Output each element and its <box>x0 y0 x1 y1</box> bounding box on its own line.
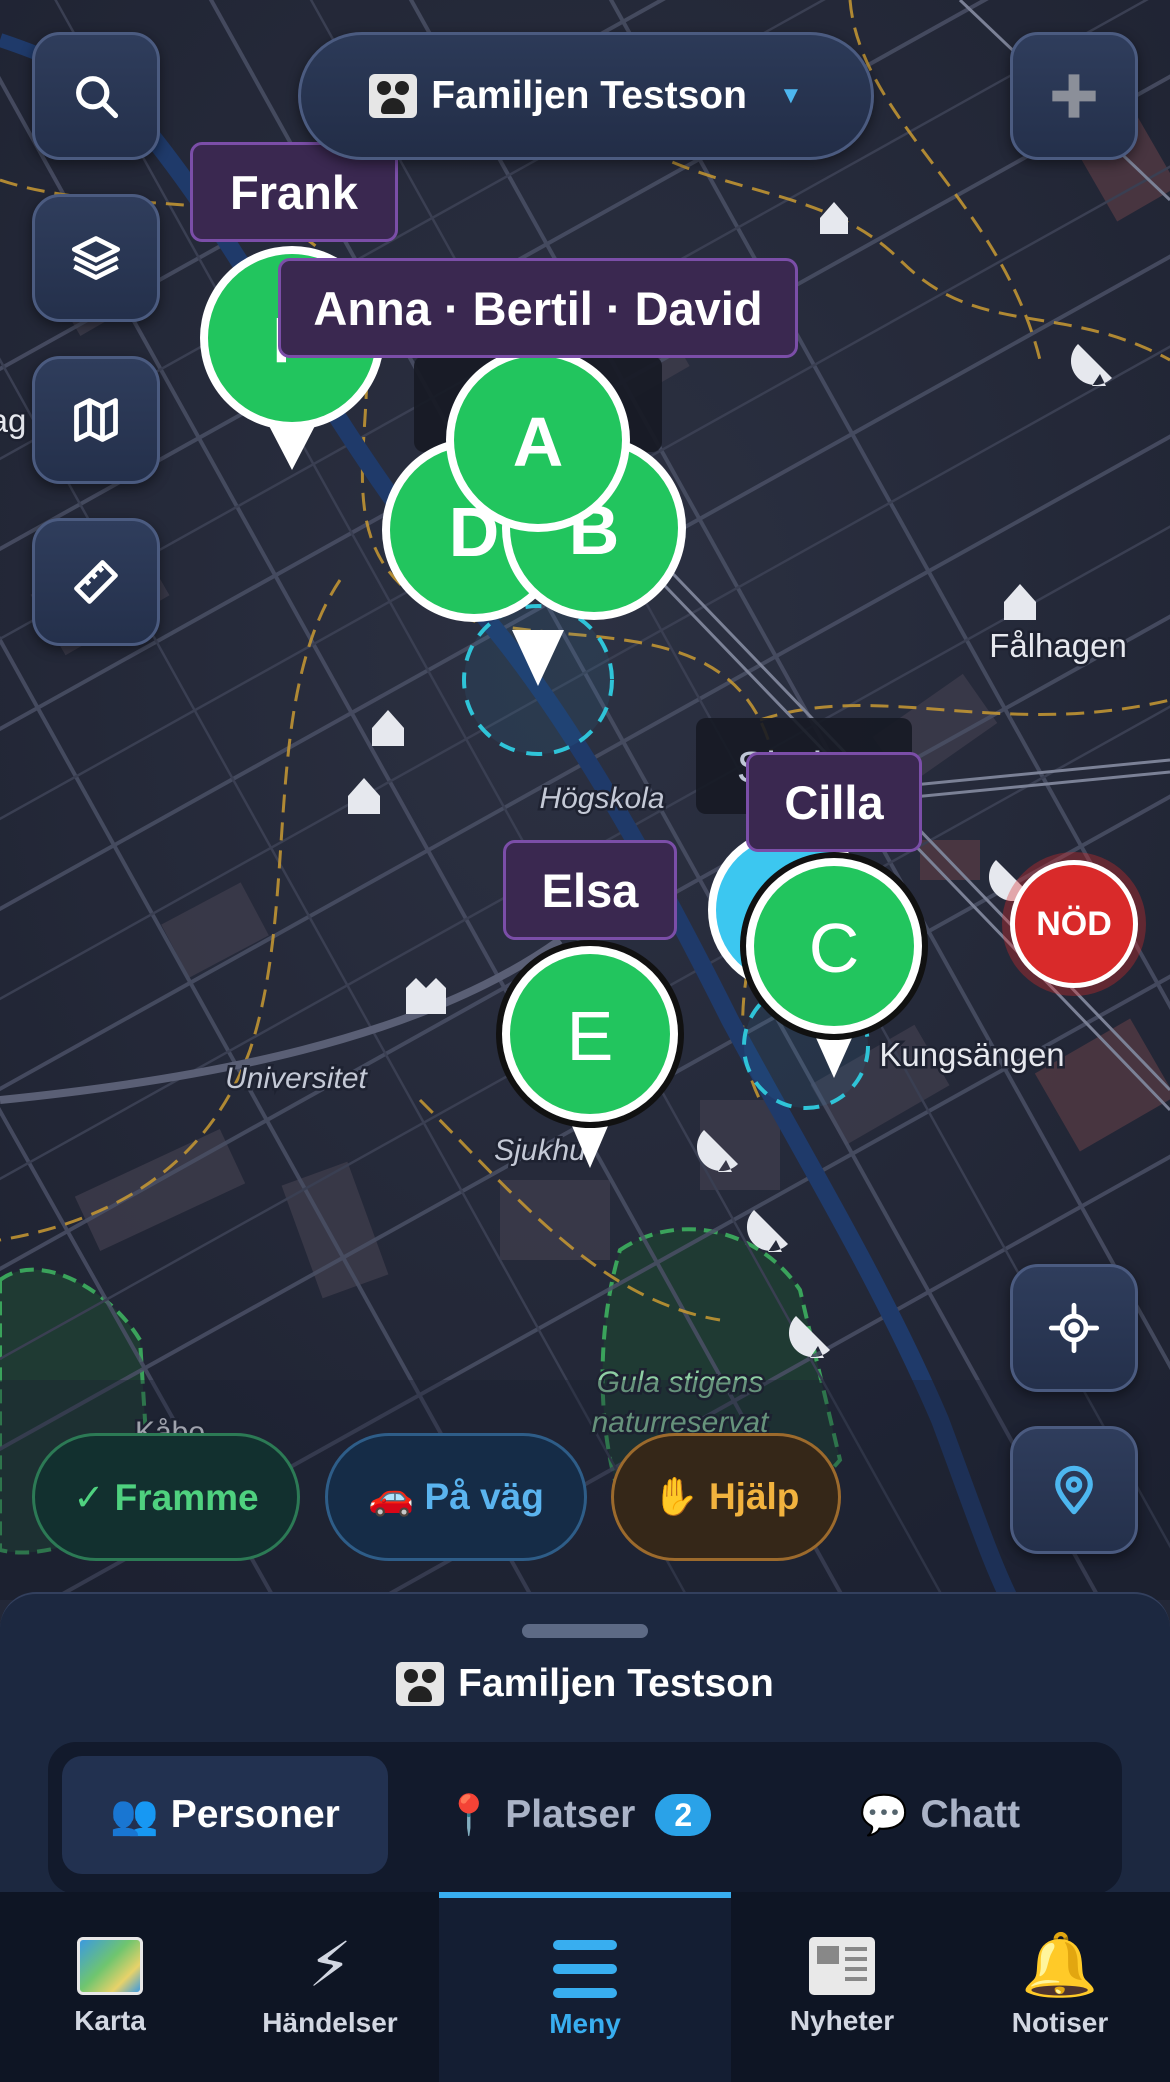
tab-personer[interactable]: 👥 Personer <box>62 1756 388 1874</box>
recenter-button[interactable] <box>1010 1264 1138 1392</box>
sheet-title: Familjen Testson <box>0 1662 1170 1706</box>
tab-chatt[interactable]: 💬 Chatt <box>770 1756 1110 1874</box>
marker-initial-anna: A <box>513 403 564 481</box>
nav-item-meny[interactable]: Meny <box>439 1892 731 2082</box>
measure-button[interactable] <box>32 518 160 646</box>
place-label-falhagen: Fålhagen <box>989 627 1127 664</box>
bottom-navigation: Karta ⚡ Händelser Meny Nyheter 🔔 Notiser <box>0 1892 1170 2082</box>
people-icon: 👥 <box>110 1794 159 1837</box>
folded-map-icon <box>74 398 118 442</box>
crosshair-icon <box>1048 1302 1100 1354</box>
sheet-title-text: Familjen Testson <box>458 1662 774 1705</box>
marker-initial-cilla: C <box>809 909 860 987</box>
bottom-sheet: Familjen Testson 👥 Personer 📍 Platser 2 … <box>0 1592 1170 1894</box>
search-button[interactable] <box>32 32 160 160</box>
bell-icon: 🔔 <box>1021 1931 1099 2000</box>
nav-item-notiser[interactable]: 🔔 Notiser <box>950 1892 1170 2082</box>
tab-label: Personer <box>170 1793 340 1836</box>
nav-label: Karta <box>74 2005 146 2036</box>
place-label-hogskola: Högskola <box>539 782 664 815</box>
group-selector[interactable]: Familjen Testson ▼ <box>298 32 874 160</box>
sheet-tabs: 👥 Personer 📍 Platser 2 💬 Chatt <box>48 1742 1122 1894</box>
status-on-the-way-button[interactable]: 🚗 På väg <box>325 1433 587 1561</box>
marker-label-cilla[interactable]: Cilla <box>746 752 922 852</box>
place-label-sjukhus: Sjukhu <box>494 1134 586 1167</box>
tab-label: Platser <box>505 1793 636 1836</box>
newspaper-icon <box>809 1937 875 1995</box>
pin-icon: 📍 <box>444 1794 494 1837</box>
status-arrived-button[interactable]: ✓ Framme <box>32 1433 300 1561</box>
lightning-icon: ⚡ <box>308 1931 352 2000</box>
marker-initial-elsa: E <box>567 997 614 1075</box>
emergency-button[interactable]: NÖD <box>1010 860 1138 988</box>
nav-item-handelser[interactable]: ⚡ Händelser <box>220 1892 440 2082</box>
marker-label-cluster[interactable]: Anna · Bertil · David <box>278 258 798 358</box>
nav-label: Meny <box>549 2008 621 2039</box>
world-map-icon <box>77 1937 143 1995</box>
tab-label: Chatt <box>920 1793 1021 1836</box>
search-icon <box>76 76 119 119</box>
nav-item-karta[interactable]: Karta <box>0 1892 220 2082</box>
map-canvas[interactable]: Fålhagen Högskola Universitet Kungsängen… <box>0 0 1170 1600</box>
plus-icon <box>1052 74 1096 118</box>
count-badge: 2 <box>655 1794 712 1836</box>
nav-label: Händelser <box>262 2007 398 2038</box>
family-icon <box>396 1662 445 1706</box>
nav-item-nyheter[interactable]: Nyheter <box>732 1892 952 2082</box>
tab-platser[interactable]: 📍 Platser 2 <box>408 1756 748 1874</box>
my-location-button[interactable] <box>1010 1426 1138 1554</box>
group-selector-label: Familjen Testson <box>431 74 747 117</box>
status-help-button[interactable]: ✋ Hjälp <box>611 1433 841 1561</box>
map-style-button[interactable] <box>32 356 160 484</box>
place-label-kungsangen: Kungsängen <box>879 1036 1064 1073</box>
marker-label-elsa[interactable]: Elsa <box>503 840 677 940</box>
chat-bubble-icon: 💬 <box>859 1794 909 1837</box>
place-label-ag: ag <box>0 402 26 439</box>
menu-icon <box>553 1940 617 1998</box>
ruler-icon <box>74 560 118 604</box>
family-icon <box>369 74 418 118</box>
nav-label: Nyheter <box>789 2005 895 2036</box>
add-button[interactable] <box>1010 32 1138 160</box>
chevron-down-icon: ▼ <box>778 82 803 109</box>
nav-label: Notiser <box>1011 2007 1109 2038</box>
sheet-drag-handle[interactable] <box>522 1624 648 1638</box>
place-label-universitet: Universitet <box>225 1062 368 1095</box>
location-pin-icon <box>1055 1465 1093 1515</box>
layers-button[interactable] <box>32 194 160 322</box>
layers-icon <box>71 236 121 280</box>
